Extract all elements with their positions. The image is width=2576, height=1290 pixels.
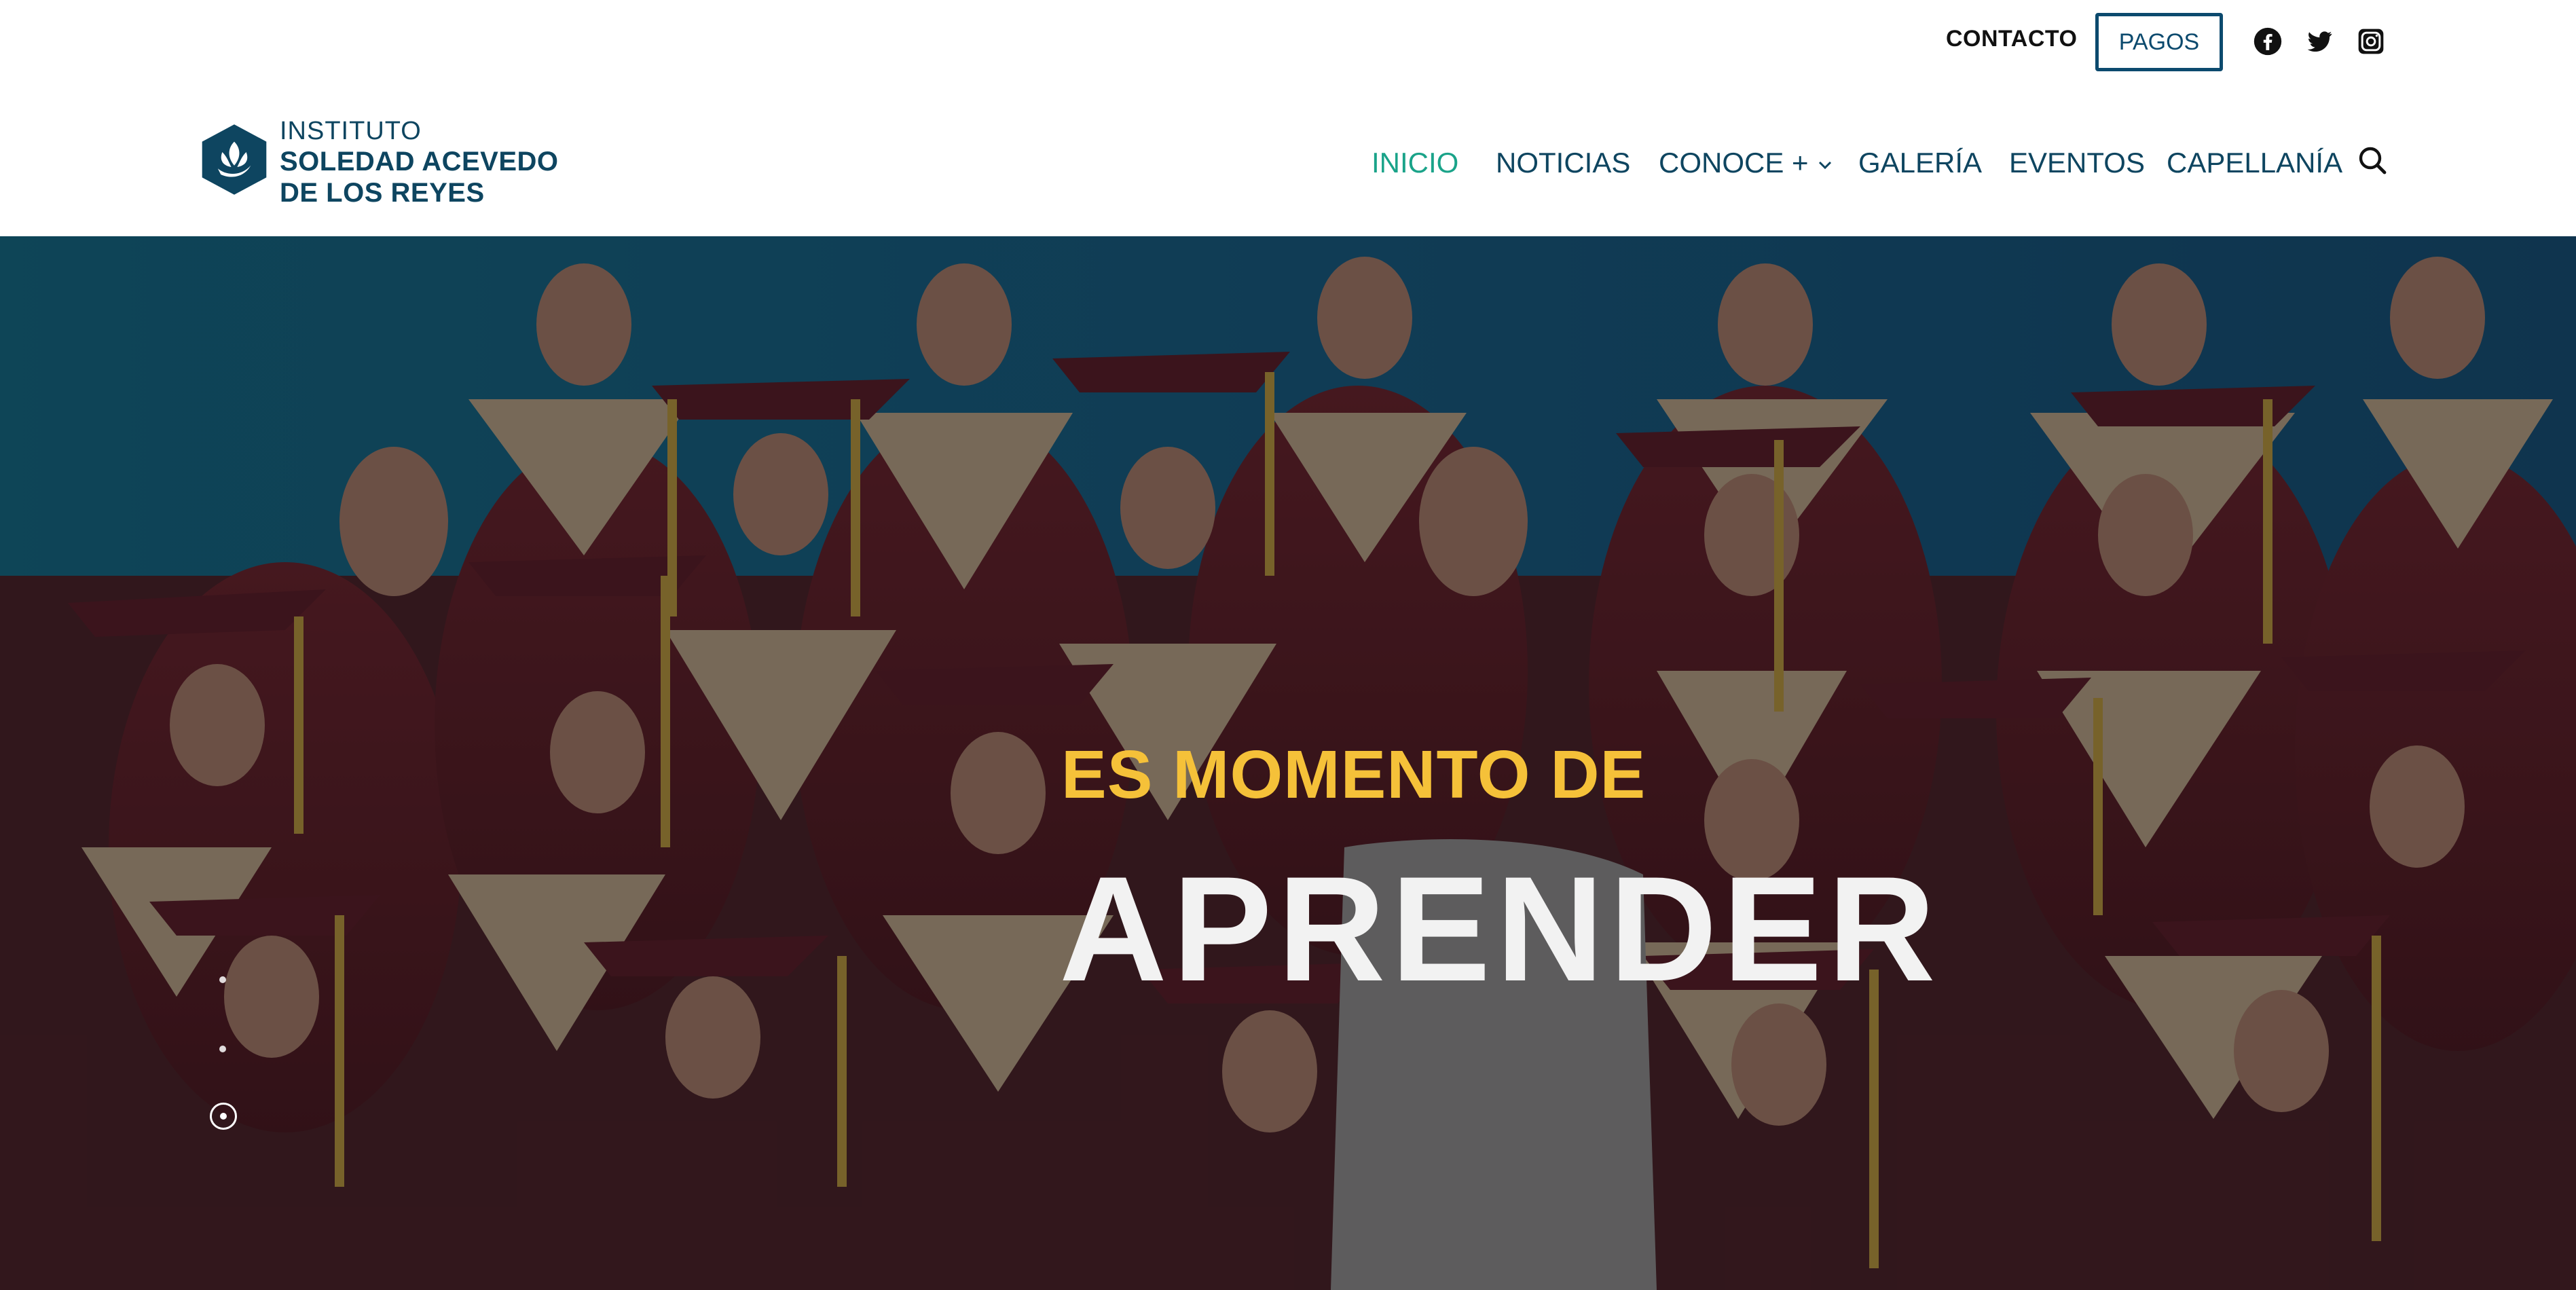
payments-button[interactable]: PAGOS <box>2095 13 2223 71</box>
facebook-icon[interactable] <box>2253 26 2283 56</box>
slide-dot-2[interactable] <box>219 1046 226 1052</box>
site-header: INSTITUTO SOLEDAD ACEVEDO DE LOS REYES I… <box>0 81 2576 236</box>
contact-link[interactable]: CONTACTO <box>1946 26 2078 52</box>
hero-slider: ES MOMENTO DE APRENDER <box>0 236 2576 1290</box>
logo-line-1: INSTITUTO <box>280 117 422 145</box>
twitter-icon[interactable] <box>2304 26 2334 56</box>
nav-item-inicio[interactable]: INICIO <box>1372 147 1458 179</box>
search-icon[interactable] <box>2356 144 2389 177</box>
chevron-down-icon <box>1818 161 1831 170</box>
slide-dot-1[interactable] <box>219 976 226 983</box>
logo-line-3: DE LOS REYES <box>280 178 485 208</box>
nav-item-galeria[interactable]: GALERÍA <box>1858 147 1982 179</box>
hero-kicker: ES MOMENTO DE <box>1061 737 1646 813</box>
nav-item-conoce-label: CONOCE + <box>1659 147 1809 179</box>
institute-logo-text[interactable]: INSTITUTO SOLEDAD ACEVEDO DE LOS REYES <box>280 118 559 206</box>
institute-logo-icon[interactable] <box>197 122 272 197</box>
instagram-icon[interactable] <box>2356 26 2386 56</box>
slide-dot-3-active[interactable] <box>210 1103 237 1130</box>
hero-headline: APRENDER <box>1059 845 1941 1012</box>
logo-line-2: SOLEDAD ACEVEDO <box>280 147 559 177</box>
top-utility-bar: CONTACTO PAGOS <box>0 0 2576 81</box>
nav-item-eventos[interactable]: EVENTOS <box>2009 147 2145 179</box>
nav-item-noticias[interactable]: NOTICIAS <box>1496 147 1630 179</box>
nav-item-capellania[interactable]: CAPELLANÍA <box>2167 147 2342 179</box>
nav-item-conoce[interactable]: CONOCE + <box>1659 147 1833 179</box>
